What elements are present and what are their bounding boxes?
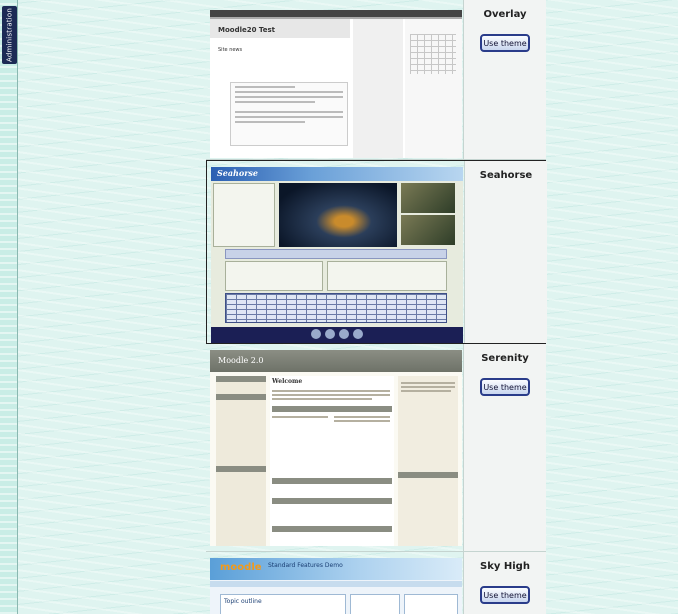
left-sidebar-strip: Administration	[0, 0, 18, 614]
overlay-theme-screenshot: Moodle20 Test Site news	[210, 10, 462, 158]
theme-row-serenity: Moodle 2.0 Welcome Serenity Use theme	[206, 344, 546, 552]
theme-info-cell: Seahorse	[465, 161, 547, 343]
preview-site-title: Standard Features Demo	[268, 562, 343, 569]
theme-preview-cell: moodle Standard Features Demo Topic outl…	[206, 552, 464, 614]
theme-row-overlay: Moodle20 Test Site news Overlay Use them…	[206, 0, 546, 160]
preview-logo: Seahorse	[217, 168, 259, 178]
preview-logo: moodle	[220, 562, 262, 573]
administration-tab[interactable]: Administration	[2, 6, 17, 64]
use-theme-button-sky-high[interactable]: Use theme	[480, 586, 530, 604]
preview-welcome-heading: Welcome	[272, 378, 303, 385]
theme-info-cell: Serenity Use theme	[464, 344, 546, 551]
theme-info-cell: Sky High Use theme	[464, 552, 546, 614]
theme-selector-table: Moodle20 Test Site news Overlay Use them…	[206, 0, 547, 614]
theme-name: Seahorse	[479, 170, 533, 181]
preview-section-title: Topic outline	[224, 598, 262, 605]
use-theme-button-overlay[interactable]: Use theme	[480, 34, 530, 52]
preview-site-title: Moodle 2.0	[218, 356, 264, 365]
sky-high-theme-screenshot: moodle Standard Features Demo Topic outl…	[210, 558, 462, 614]
seahorse-theme-screenshot: Seahorse	[211, 167, 463, 343]
theme-info-cell: Overlay Use theme	[464, 0, 546, 159]
theme-name: Serenity	[481, 353, 529, 364]
theme-preview-cell: Seahorse	[207, 161, 465, 343]
theme-row-seahorse: Seahorse Seahorse	[206, 160, 547, 344]
preview-site-title: Moodle20 Test	[218, 26, 276, 34]
use-theme-button-serenity[interactable]: Use theme	[480, 378, 530, 396]
theme-name: Overlay	[483, 9, 527, 20]
preview-section-title: Site news	[218, 47, 243, 53]
theme-row-sky-high: moodle Standard Features Demo Topic outl…	[206, 552, 546, 614]
serenity-theme-screenshot: Moodle 2.0 Welcome	[210, 350, 462, 546]
theme-name: Sky High	[480, 561, 530, 572]
theme-preview-cell: Moodle20 Test Site news	[206, 0, 464, 159]
theme-preview-cell: Moodle 2.0 Welcome	[206, 344, 464, 551]
